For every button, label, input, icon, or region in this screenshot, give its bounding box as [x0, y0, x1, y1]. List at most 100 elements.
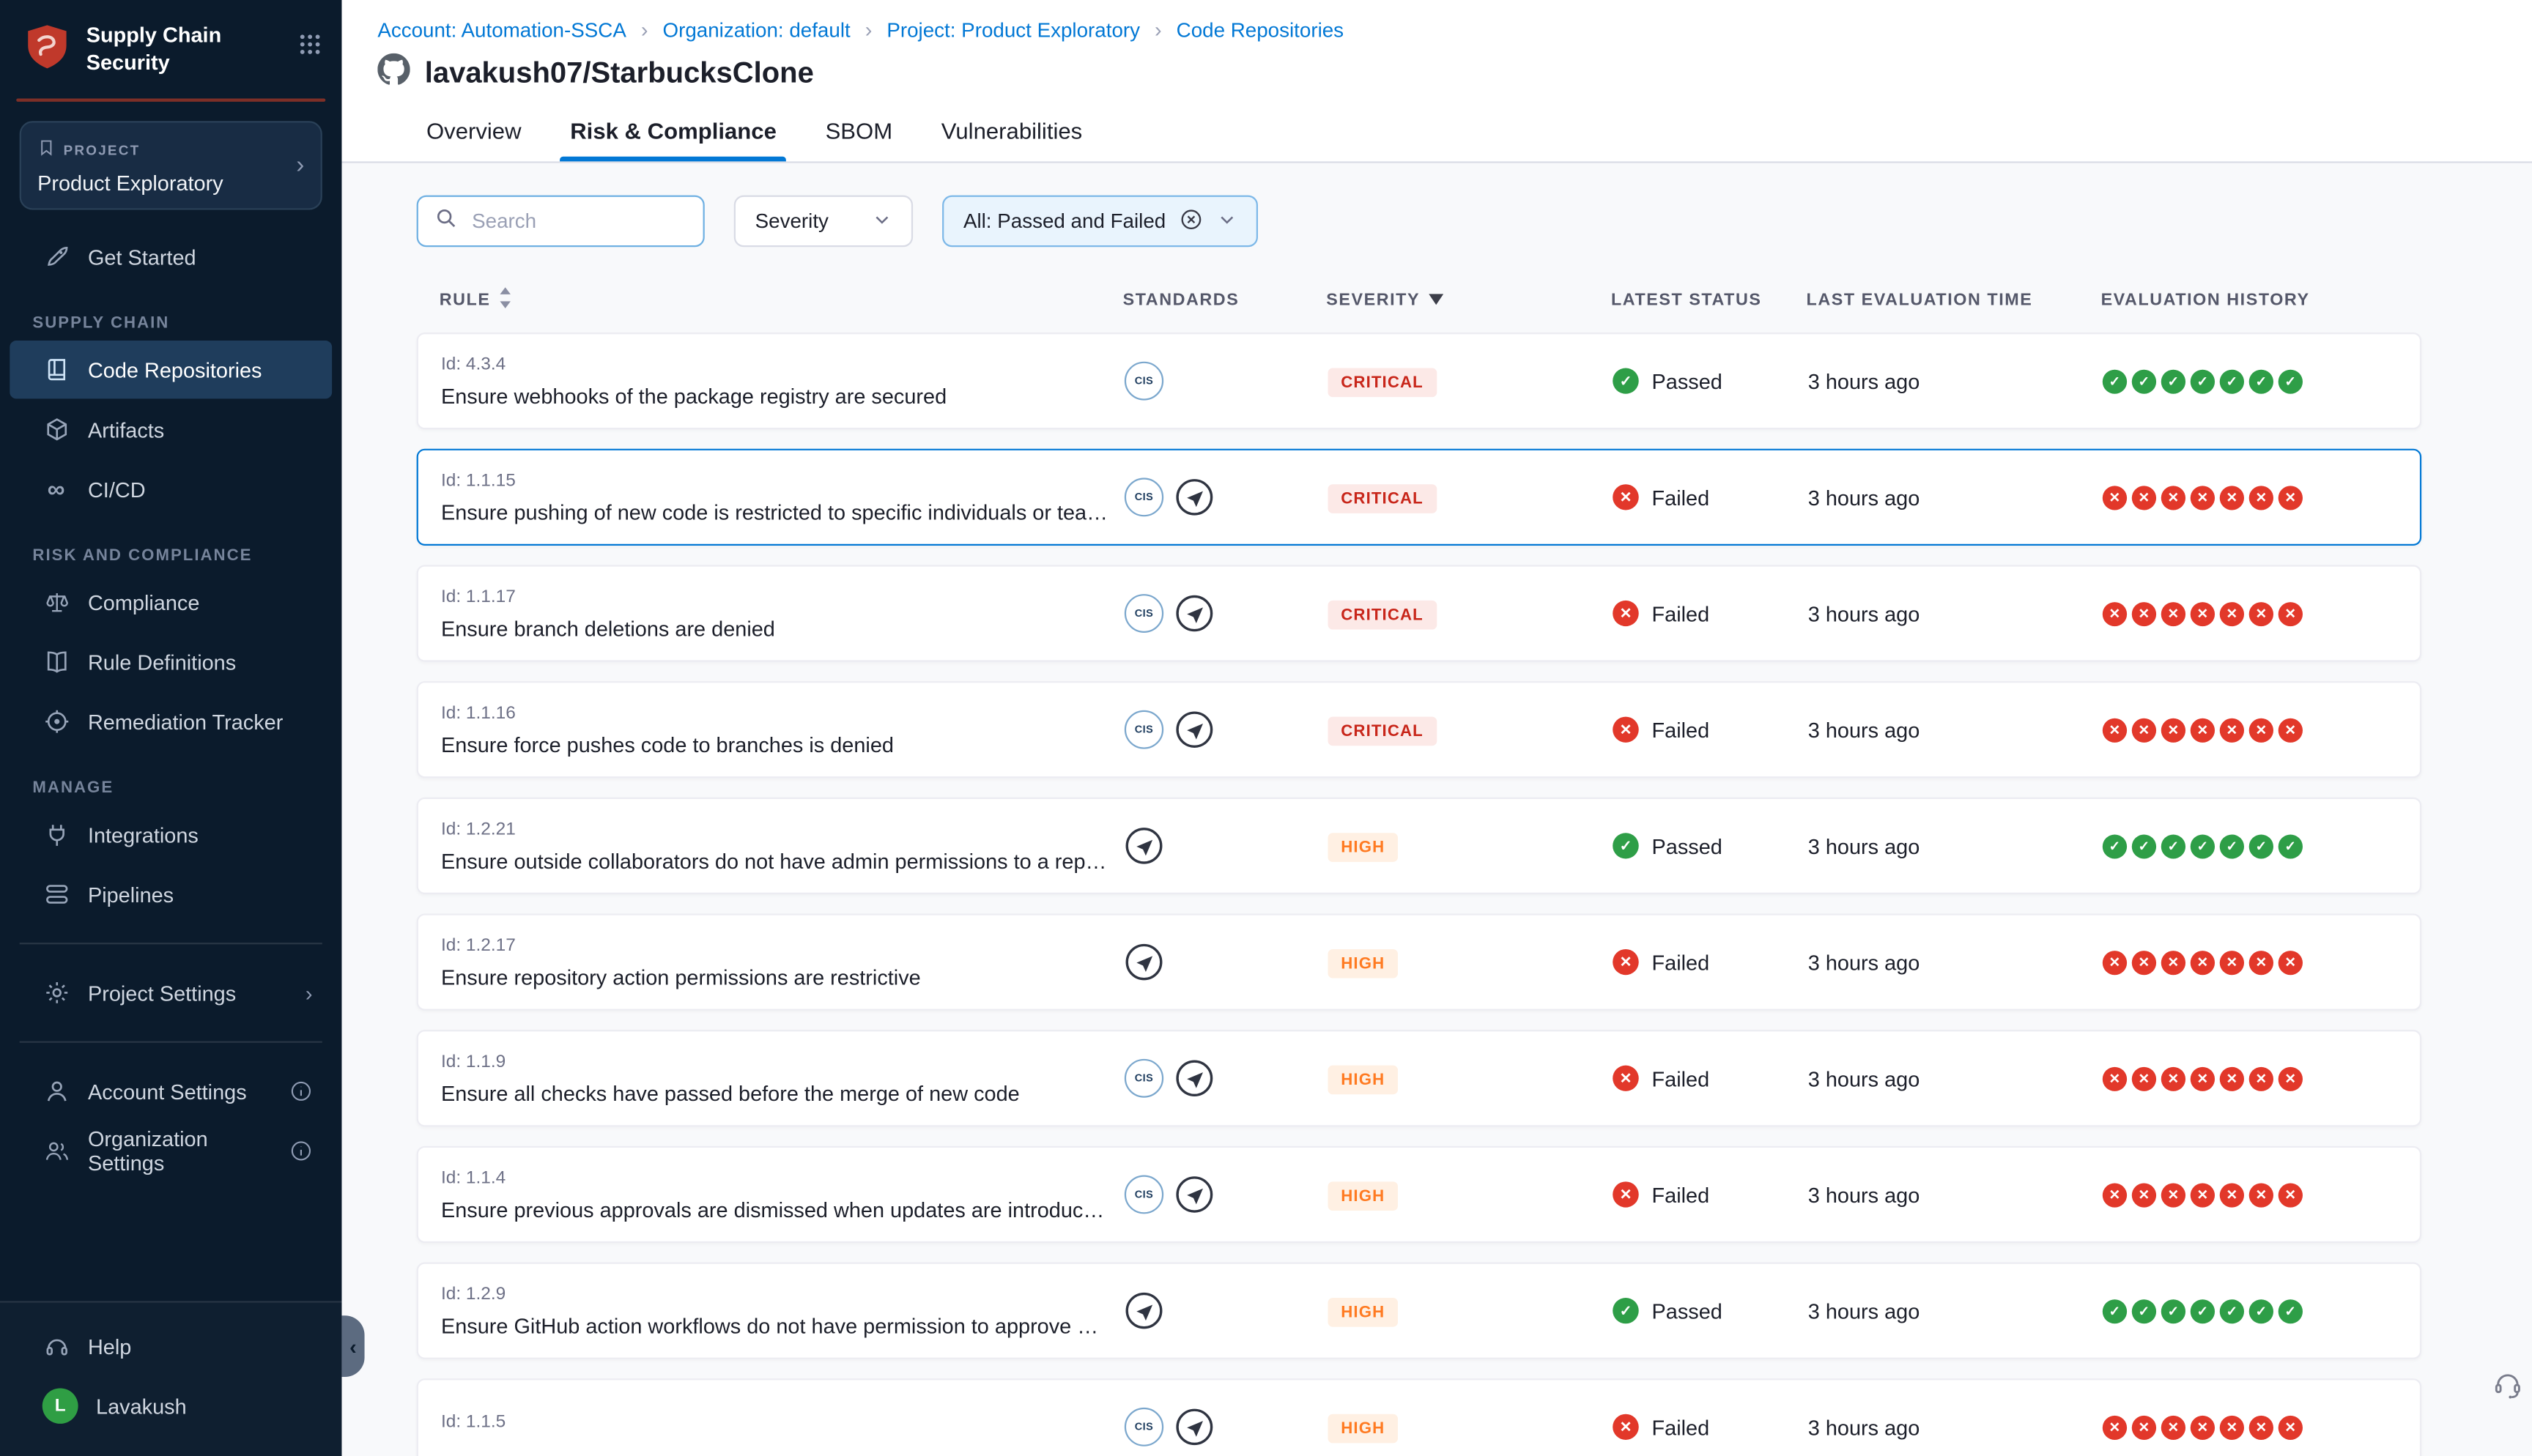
eval-time: 3 hours ago [1808, 950, 2103, 974]
history-fail-icon: ✕ [2161, 718, 2185, 742]
rule-cell: Id: 1.2.9 Ensure GitHub action workflows… [441, 1284, 1125, 1337]
eval-time: 3 hours ago [1808, 485, 2103, 509]
app-title: Supply Chain Security [86, 23, 284, 77]
sidebar-item-label: Code Repositories [88, 357, 262, 382]
severity-pill: HIGH [1328, 1297, 1398, 1326]
rule-row[interactable]: Id: 1.2.9 Ensure GitHub action workflows… [417, 1263, 2422, 1359]
status-cell: ✕ Failed [1613, 949, 1808, 975]
tab-sbom[interactable]: SBOM [826, 118, 893, 162]
breadcrumb-account-link[interactable]: Account: Automation-SSCA [377, 18, 626, 41]
history-pass-icon: ✓ [2279, 833, 2303, 858]
rule-row[interactable]: Id: 1.1.9 Ensure all checks have passed … [417, 1030, 2422, 1126]
project-name: Product Exploratory [37, 171, 223, 196]
tab-vulnerabilities[interactable]: Vulnerabilities [941, 118, 1082, 162]
sidebar-item-rule-definitions[interactable]: Rule Definitions [10, 633, 332, 691]
history-fail-icon: ✕ [2279, 601, 2303, 625]
module-switcher-grid-icon[interactable] [297, 32, 322, 64]
project-selector-text: PROJECT Product Exploratory [37, 135, 223, 196]
standards-cell: CIS [1125, 710, 1328, 749]
sidebar-item-integrations[interactable]: Integrations [10, 806, 332, 863]
sidebar-item-get-started[interactable]: Get Started [10, 228, 332, 286]
history-pass-icon: ✓ [2132, 369, 2156, 393]
history-fail-icon: ✕ [2279, 485, 2303, 509]
chevron-right-icon: › [296, 152, 304, 179]
sidebar-item-code-repositories[interactable]: Code Repositories [10, 341, 332, 398]
rule-row[interactable]: Id: 1.1.4 Ensure previous approvals are … [417, 1146, 2422, 1243]
sidebar-item-account-settings[interactable]: Account Settings [10, 1062, 332, 1120]
status-failed-icon: ✕ [1613, 949, 1639, 975]
status-cell: ✕ Failed [1613, 1181, 1808, 1207]
rule-row[interactable]: Id: 1.1.5 CIS HIGH ✕ Failed 3 hours ago … [417, 1378, 2422, 1456]
history-pass-icon: ✓ [2161, 1299, 2185, 1323]
breadcrumb-code-repositories-link[interactable]: Code Repositories [1177, 18, 1344, 41]
sidebar-item-compliance[interactable]: Compliance [10, 573, 332, 631]
tab-overview[interactable]: Overview [426, 118, 522, 162]
support-chat-icon[interactable] [2492, 1370, 2524, 1411]
history-pass-icon: ✓ [2249, 1299, 2273, 1323]
clear-filter-icon[interactable] [1180, 207, 1203, 234]
rule-row[interactable]: Id: 1.1.15 Ensure pushing of new code is… [417, 449, 2422, 546]
sort-arrows-icon[interactable] [499, 287, 514, 313]
status-cell: ✕ Failed [1613, 717, 1808, 743]
rule-cell: Id: 1.2.17 Ensure repository action perm… [441, 935, 1125, 989]
history-fail-icon: ✕ [2279, 950, 2303, 974]
paper-plane-standard-badge [1175, 478, 1214, 516]
cis-standard-badge: CIS [1125, 362, 1163, 401]
sidebar-item-cicd[interactable]: ∞ CI/CD [10, 460, 332, 518]
chevron-down-icon [1218, 209, 1237, 233]
breadcrumb-project-link[interactable]: Project: Product Exploratory [886, 18, 1140, 41]
rule-row[interactable]: Id: 1.2.21 Ensure outside collaborators … [417, 798, 2422, 894]
project-selector[interactable]: PROJECT Product Exploratory › [20, 121, 322, 209]
sidebar-item-organization-settings[interactable]: Organization Settings [10, 1122, 332, 1180]
sidebar-collapse-handle[interactable]: ‹ [341, 1315, 364, 1377]
status-label: Failed [1652, 718, 1710, 742]
rule-row[interactable]: Id: 4.3.4 Ensure webhooks of the package… [417, 333, 2422, 429]
search-input[interactable] [469, 208, 687, 234]
sidebar-item-artifacts[interactable]: Artifacts [10, 401, 332, 458]
sort-desc-icon[interactable] [1428, 291, 1443, 310]
sidebar-item-pipelines[interactable]: Pipelines [10, 865, 332, 923]
rule-title: Ensure branch deletions are denied [441, 616, 1125, 640]
search-box [417, 196, 705, 248]
status-label: Failed [1652, 1182, 1710, 1206]
table-header: RULE STANDARDS SEVERITY LATEST STATUS LA… [417, 247, 2422, 333]
history-fail-icon: ✕ [2191, 1415, 2215, 1439]
standards-cell: CIS [1125, 594, 1328, 633]
severity-filter-dropdown[interactable]: Severity [734, 196, 913, 248]
history-cell: ✓✓✓✓✓✓✓ [2103, 1299, 2420, 1323]
history-fail-icon: ✕ [2132, 601, 2156, 625]
history-fail-icon: ✕ [2161, 601, 2185, 625]
status-filter-dropdown[interactable]: All: Passed and Failed [942, 196, 1259, 248]
rule-title: Ensure force pushes code to branches is … [441, 732, 1125, 757]
breadcrumb-organization-link[interactable]: Organization: default [662, 18, 850, 41]
history-fail-icon: ✕ [2161, 950, 2185, 974]
severity-pill: HIGH [1328, 832, 1398, 861]
users-icon [42, 1138, 70, 1164]
rule-row[interactable]: Id: 1.1.16 Ensure force pushes code to b… [417, 681, 2422, 778]
history-fail-icon: ✕ [2191, 601, 2215, 625]
scales-icon [42, 589, 70, 614]
severity-pill: HIGH [1328, 1414, 1398, 1443]
rule-id: Id: 1.1.17 [441, 587, 1125, 606]
eval-time: 3 hours ago [1808, 369, 2103, 393]
severity-pill: HIGH [1328, 948, 1398, 978]
sidebar-item-user-profile[interactable]: L Lavakush [10, 1377, 332, 1435]
severity-cell: HIGH [1328, 947, 1613, 978]
sidebar-item-help[interactable]: Help [10, 1317, 332, 1375]
status-label: Passed [1652, 369, 1722, 393]
info-icon [289, 1140, 312, 1162]
project-label: PROJECT [64, 142, 141, 158]
eval-time: 3 hours ago [1808, 1066, 2103, 1091]
history-pass-icon: ✓ [2279, 1299, 2303, 1323]
sidebar-item-label: Rule Definitions [88, 650, 236, 674]
rule-row[interactable]: Id: 1.1.17 Ensure branch deletions are d… [417, 565, 2422, 661]
history-pass-icon: ✓ [2161, 833, 2185, 858]
history-cell: ✓✓✓✓✓✓✓ [2103, 833, 2420, 858]
history-fail-icon: ✕ [2220, 950, 2244, 974]
history-pass-icon: ✓ [2220, 833, 2244, 858]
gear-icon [42, 980, 70, 1006]
tab-risk-and-compliance[interactable]: Risk & Compliance [570, 118, 777, 162]
sidebar-item-remediation-tracker[interactable]: Remediation Tracker [10, 693, 332, 751]
rule-row[interactable]: Id: 1.2.17 Ensure repository action perm… [417, 913, 2422, 1010]
sidebar-item-project-settings[interactable]: Project Settings › [10, 964, 332, 1022]
